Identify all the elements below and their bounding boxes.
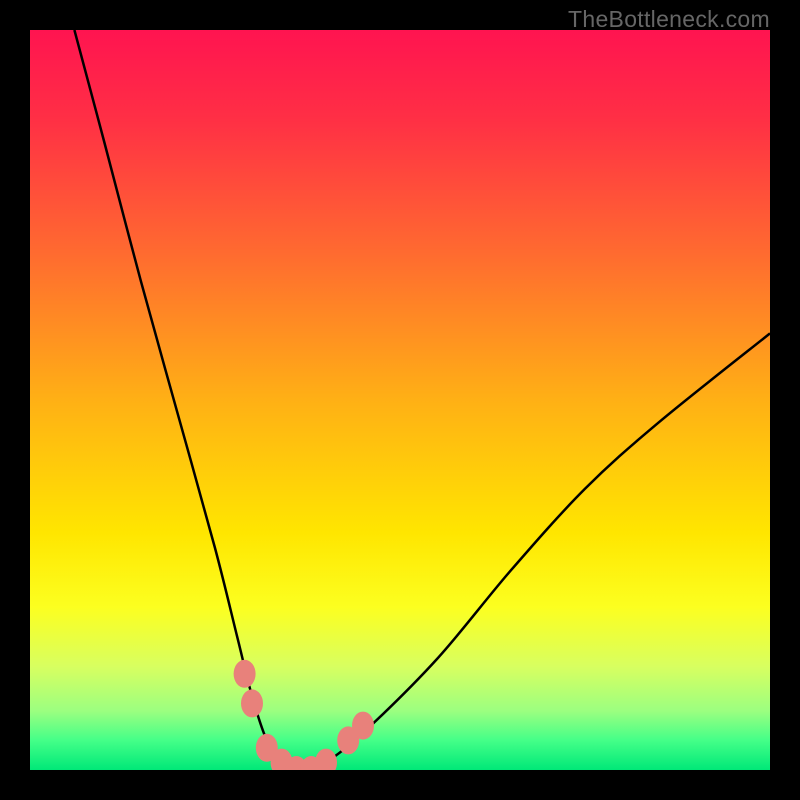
- bottleneck-chart: TheBottleneck.com: [0, 0, 800, 800]
- marker-point: [315, 749, 337, 770]
- marker-point: [241, 689, 263, 717]
- marker-point: [352, 712, 374, 740]
- data-markers: [234, 660, 374, 770]
- bottleneck-curve: [74, 30, 770, 770]
- watermark-text: TheBottleneck.com: [568, 6, 770, 33]
- plot-area: [30, 30, 770, 770]
- marker-point: [234, 660, 256, 688]
- curve-layer: [30, 30, 770, 770]
